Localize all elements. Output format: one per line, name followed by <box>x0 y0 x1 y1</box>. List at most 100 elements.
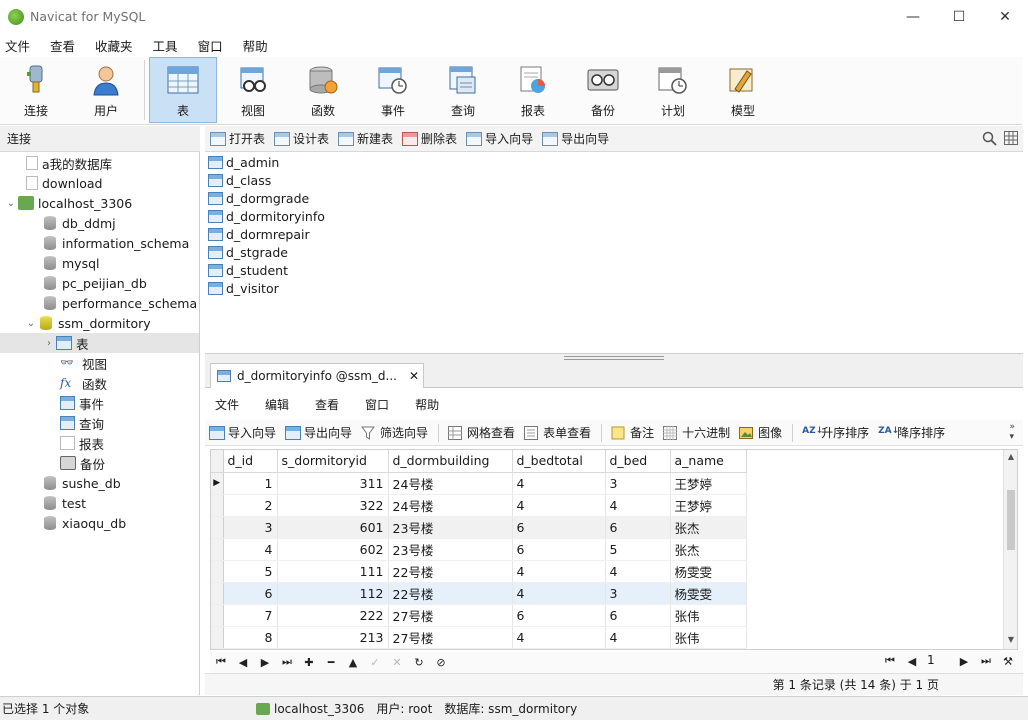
table-row[interactable]: 7 222 27号楼 6 6 张伟 <box>211 604 747 627</box>
splitter-grip[interactable] <box>564 356 664 360</box>
cell-d-id[interactable]: 6 <box>223 582 278 605</box>
backup-button[interactable]: 备份 <box>569 57 637 123</box>
tree-item-test[interactable]: test <box>42 493 86 513</box>
cell-s-dormitoryid[interactable]: 311 <box>277 472 389 495</box>
import-wizard-button[interactable]: 导入向导 <box>466 130 533 147</box>
cell-a-name[interactable]: 张伟 <box>670 626 747 649</box>
sort-ascending-button[interactable]: AZ↓ 升序排序 <box>802 424 869 441</box>
inner-menu-help[interactable]: 帮助 <box>405 396 455 413</box>
menu-window[interactable]: 窗口 <box>193 36 235 55</box>
inner-menu-window[interactable]: 窗口 <box>355 396 405 413</box>
schedule-button[interactable]: 计划 <box>639 57 707 123</box>
cell-d-bed[interactable]: 6 <box>605 604 671 627</box>
view-button[interactable]: 视图 <box>219 57 287 123</box>
cell-d-bedtotal[interactable]: 6 <box>512 516 606 539</box>
tree-item-my-database[interactable]: a我的数据库 <box>26 153 112 173</box>
design-table-button[interactable]: 设计表 <box>274 130 329 147</box>
inner-menu-edit[interactable]: 编辑 <box>255 396 305 413</box>
cell-d-bed[interactable]: 3 <box>605 582 671 605</box>
form-view-button[interactable]: 表单查看 <box>524 424 591 441</box>
list-item[interactable]: d_dormgrade <box>208 190 309 207</box>
page-number-field[interactable]: 1 <box>923 653 953 669</box>
tree-item-download[interactable]: download <box>26 173 102 193</box>
cell-d-bedtotal[interactable]: 4 <box>512 560 606 583</box>
first-page-icon[interactable]: ⏮ <box>879 654 901 668</box>
table-row[interactable]: 5 111 22号楼 4 4 杨雯雯 <box>211 560 747 583</box>
tree-item-tables[interactable]: › 表 <box>0 333 199 353</box>
query-button[interactable]: 查询 <box>429 57 497 123</box>
tree-item-performance-schema[interactable]: performance_schema <box>42 293 197 313</box>
list-item[interactable]: d_class <box>208 172 271 189</box>
grid-view-icon[interactable] <box>1003 130 1019 146</box>
previous-page-icon[interactable]: ◀ <box>901 655 923 668</box>
event-button[interactable]: 事件 <box>359 57 427 123</box>
scroll-down-icon[interactable]: ▼ <box>1004 635 1017 647</box>
menu-favorites[interactable]: 收藏夹 <box>90 36 145 55</box>
cell-a-name[interactable]: 杨雯雯 <box>670 582 747 605</box>
function-button[interactable]: 函数 <box>289 57 357 123</box>
menu-file[interactable]: 文件 <box>0 36 42 55</box>
tree-item-queries[interactable]: 查询 <box>60 413 104 433</box>
close-icon[interactable]: ✕ <box>409 369 419 383</box>
cell-d-dormbuilding[interactable]: 22号楼 <box>388 582 513 605</box>
report-button[interactable]: 报表 <box>499 57 567 123</box>
tree-item-backups[interactable]: 备份 <box>60 453 105 473</box>
search-icon[interactable] <box>981 130 997 146</box>
tree-item-events[interactable]: 事件 <box>60 393 104 413</box>
tree-item-functions[interactable]: fx 函数 <box>60 373 107 393</box>
tree-item-db-ddmj[interactable]: db_ddmj <box>42 213 116 233</box>
chevron-down-icon[interactable]: ⌄ <box>24 318 38 329</box>
open-table-button[interactable]: 打开表 <box>210 130 265 147</box>
tree-item-sushe-db[interactable]: sushe_db <box>42 473 121 493</box>
cell-d-id[interactable]: 3 <box>223 516 278 539</box>
cell-d-dormbuilding[interactable]: 24号楼 <box>388 494 513 517</box>
cell-d-id[interactable]: 1 <box>223 472 278 495</box>
cell-a-name[interactable]: 杨雯雯 <box>670 560 747 583</box>
cell-d-bed[interactable]: 6 <box>605 516 671 539</box>
cell-d-bed[interactable]: 4 <box>605 494 671 517</box>
tab-dormitoryinfo[interactable]: d_dormitoryinfo @ssm_d... ✕ <box>210 363 424 388</box>
list-item[interactable]: d_stgrade <box>208 244 288 261</box>
tree-item-ssm-dormitory[interactable]: ⌄ ssm_dormitory <box>24 313 151 333</box>
cell-d-id[interactable]: 8 <box>223 626 278 649</box>
export-wizard-button[interactable]: 导出向导 <box>542 130 609 147</box>
chevron-down-icon[interactable]: ⌄ <box>4 198 18 209</box>
minimize-button[interactable]: — <box>890 0 936 33</box>
last-page-icon[interactable]: ⏭ <box>975 654 997 668</box>
stop-icon[interactable]: ⊘ <box>430 656 452 669</box>
add-record-icon[interactable]: ✚ <box>298 656 320 669</box>
cell-d-id[interactable]: 2 <box>223 494 278 517</box>
scroll-up-icon[interactable]: ▲ <box>1004 452 1017 464</box>
cell-d-bed[interactable]: 4 <box>605 626 671 649</box>
scrollbar-thumb[interactable] <box>1007 490 1015 550</box>
cell-a-name[interactable]: 王梦婷 <box>670 494 747 517</box>
cell-s-dormitoryid[interactable]: 222 <box>277 604 389 627</box>
cell-d-dormbuilding[interactable]: 24号楼 <box>388 472 513 495</box>
cell-a-name[interactable]: 张伟 <box>670 604 747 627</box>
menu-help[interactable]: 帮助 <box>238 36 280 55</box>
table-button[interactable]: 表 <box>149 57 217 123</box>
menu-view[interactable]: 查看 <box>45 36 87 55</box>
next-record-icon[interactable]: ▶ <box>254 656 276 669</box>
cell-d-bed[interactable]: 5 <box>605 538 671 561</box>
apply-check-icon[interactable]: ✓ <box>364 656 386 669</box>
cell-d-dormbuilding[interactable]: 27号楼 <box>388 604 513 627</box>
column-header-d-dormbuilding[interactable]: d_dormbuilding <box>388 450 513 473</box>
previous-record-icon[interactable]: ◀ <box>232 656 254 669</box>
tree-item-reports[interactable]: 报表 <box>60 433 104 453</box>
cell-s-dormitoryid[interactable]: 601 <box>277 516 389 539</box>
hex-button[interactable]: 十六进制 <box>663 424 730 441</box>
cell-s-dormitoryid[interactable]: 322 <box>277 494 389 517</box>
delete-record-icon[interactable]: ━ <box>320 656 342 669</box>
column-header-s-dormitoryid[interactable]: s_dormitoryid <box>277 450 389 473</box>
list-item[interactable]: d_admin <box>208 154 279 171</box>
column-header-d-bedtotal[interactable]: d_bedtotal <box>512 450 606 473</box>
column-header-d-bed[interactable]: d_bed <box>605 450 671 473</box>
tree-item-mysql[interactable]: mysql <box>42 253 100 273</box>
cell-d-bedtotal[interactable]: 4 <box>512 494 606 517</box>
cell-d-bedtotal[interactable]: 4 <box>512 472 606 495</box>
tree-item-information-schema[interactable]: information_schema <box>42 233 189 253</box>
inner-menu-view[interactable]: 查看 <box>305 396 355 413</box>
cell-s-dormitoryid[interactable]: 213 <box>277 626 389 649</box>
table-row[interactable]: 4 602 23号楼 6 5 张杰 <box>211 538 747 561</box>
